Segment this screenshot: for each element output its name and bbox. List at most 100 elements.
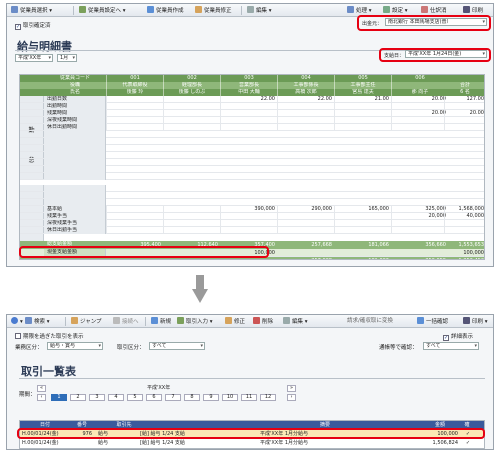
create-employee-button[interactable]: 従業員作成 (147, 6, 184, 15)
pay-row-label: 休日出勤手当 (44, 227, 106, 234)
person-icon (79, 6, 86, 13)
era-select[interactable]: 平成'XX年 (15, 54, 53, 62)
month-select[interactable]: 1月 (57, 54, 77, 62)
month-button-7[interactable]: 7 (165, 394, 181, 401)
search-button[interactable]: 検索 ▾ (25, 317, 50, 326)
attendance-cell (277, 110, 334, 117)
print-button-2[interactable]: 印刷 ▾ (463, 317, 488, 326)
source-select[interactable]: 南北銀行 本田馬場支店(普） (385, 18, 487, 26)
header-cell-position: 工事部主任 (334, 82, 391, 89)
month-button-8[interactable]: 8 (184, 394, 200, 401)
pay-cell (391, 220, 448, 227)
process-menu-button[interactable]: 処理 ▾ (347, 6, 372, 15)
net-pay-total: 1,353,453 (444, 257, 484, 259)
month-button-6[interactable]: 6 (146, 394, 162, 401)
net-pay-cell: 257,668 (277, 257, 334, 259)
business-label: 業務区分： (15, 345, 43, 351)
month-button-11[interactable]: 11 (241, 394, 257, 401)
empty-label (44, 173, 106, 180)
connect-button[interactable]: 接続へ (113, 317, 139, 326)
next-month-button[interactable]: › (287, 394, 296, 401)
delete-icon (253, 317, 260, 324)
pay-cell (334, 227, 391, 234)
prev-month-button[interactable]: ‹ (37, 394, 46, 401)
pencil-icon (195, 6, 202, 13)
month-button-5[interactable]: 5 (127, 394, 143, 401)
pay-row-label: 基本給 (44, 206, 106, 213)
edit-menu-button-2[interactable]: 編集 ▾ (283, 317, 308, 326)
trade-select[interactable]: すべて (149, 342, 205, 350)
month-button-2[interactable]: 2 (70, 394, 86, 401)
back-icon[interactable]: ▾ (11, 317, 23, 326)
detail-checkbox[interactable]: ✓ 詳細表示 (443, 332, 473, 341)
header-cell-position: 経理部長 (163, 82, 220, 89)
attendance-cell (334, 110, 391, 117)
confirmed-checkbox[interactable]: ✓ 取引確定済 (15, 21, 51, 30)
attendance-row: 出勤日数 22.00 22.00 21.00 20.00 127.00 (20, 96, 484, 103)
pencil-icon (225, 317, 232, 324)
total-pay-cell: 181,066 (368, 242, 389, 248)
attendance-cell (391, 117, 448, 124)
employee-setting-button[interactable]: 従業員設定へ ▾ (79, 6, 126, 15)
header-cell-name: 中田 大輔 (220, 89, 277, 96)
header-cell-code: 004 (277, 75, 334, 82)
month-button-1[interactable]: 1 (51, 394, 67, 401)
attendance-cell (334, 117, 391, 124)
bulk-confirm-button[interactable]: 一括確認 (417, 317, 448, 326)
header-cell-code: 005 (334, 75, 391, 82)
pay-cell (163, 213, 220, 220)
month-button-9[interactable]: 9 (203, 394, 219, 401)
period-label: 期間： (19, 392, 36, 398)
input-button[interactable]: 取引入力 ▾ (177, 317, 213, 326)
month-button-10[interactable]: 10 (222, 394, 238, 401)
settings-menu-button[interactable]: 設定 ▾ (383, 6, 408, 15)
attendance-empty-row (20, 131, 484, 138)
attendance-row-label: 休日出勤時間 (44, 124, 106, 131)
attendance-cell (163, 96, 220, 103)
confirm-select[interactable]: すべて (423, 342, 479, 350)
next-year-button[interactable]: » (287, 385, 296, 392)
attendance-cell (106, 103, 163, 110)
attendance-total (444, 103, 484, 110)
table-row[interactable]: H.00/01/24(金) 給与 [給] 給与 1/24 支給 平成'XX年 1月分給… (20, 439, 484, 447)
attendance-row-label: 深夜残業時間 (44, 117, 106, 124)
convert-button[interactable]: 請求/確収取に変換 (347, 317, 393, 326)
select-employee-button[interactable]: 従業員選択 ▾ (11, 6, 52, 15)
prev-year-button[interactable]: « (37, 385, 46, 392)
search-icon (25, 317, 32, 324)
edit-employee-button[interactable]: 従業員修正 (195, 6, 232, 15)
attendance-cell (220, 110, 277, 117)
header-cell-name: 宮島 達夫 (334, 89, 391, 96)
total-pay-cell: 356,660 (425, 242, 446, 248)
payday-label: 支給日： (384, 53, 405, 59)
attendance-cell (277, 103, 334, 110)
month-button-3[interactable]: 3 (89, 394, 105, 401)
edit-menu-button[interactable]: 編集 ▾ (247, 6, 272, 15)
business-select[interactable]: 給与・賞与 (47, 342, 103, 350)
confirm-icon (417, 317, 424, 324)
month-button-4[interactable]: 4 (108, 394, 124, 401)
pay-row: 残業手当 20,000 40,000 (20, 213, 484, 220)
pay-cell (220, 227, 277, 234)
pay-empty-row (20, 199, 484, 206)
delete-button[interactable]: 削除 (253, 317, 273, 326)
new-button[interactable]: 新規 (151, 317, 171, 326)
edit-button[interactable]: 修正 (225, 317, 245, 326)
print-button[interactable]: 印刷 (463, 6, 483, 15)
month-button-12[interactable]: 12 (260, 394, 276, 401)
header-name-row: 氏名 6 名 後藤 玲後藤 しのぶ 中田 大輔 高橋 次郎 宮島 達夫那 向子 (20, 89, 484, 96)
period-checkbox[interactable]: 期限を過ぎた取引を表示 (15, 332, 84, 340)
attendance-cell (277, 124, 334, 131)
journal-icon (421, 6, 428, 13)
source-label: 出金元： (362, 21, 383, 27)
confirm-label: 通帳等で確認： (379, 345, 418, 351)
attendance-row: 休日出勤時間 (20, 124, 484, 131)
pay-cell (106, 213, 163, 220)
pay-cell (220, 213, 277, 220)
pay-cell (220, 220, 277, 227)
jump-button[interactable]: ジャンプ (71, 317, 102, 326)
journal-button[interactable]: 仕訳消 (421, 6, 447, 15)
pay-empty-row (20, 185, 484, 192)
table-cell: H.00/01/24(金) (22, 440, 59, 446)
payday-select[interactable]: 平成'XX年 1月24日(金) (405, 50, 487, 58)
